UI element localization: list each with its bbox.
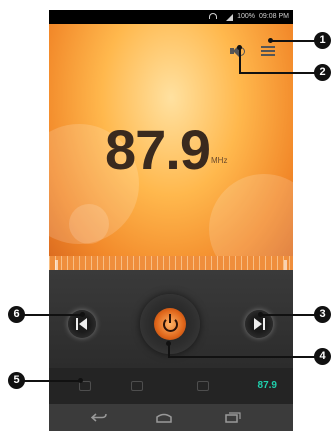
- glow-decoration: [69, 204, 109, 244]
- navigation-bar: [49, 404, 293, 431]
- callout-4: 4: [314, 348, 331, 365]
- preset-slot[interactable]: [197, 381, 209, 391]
- seek-next-bar: [263, 318, 265, 330]
- menu-icon-line: [261, 54, 275, 56]
- status-bar: 100% 09:08 PM: [49, 10, 293, 24]
- headphone-icon: [209, 13, 217, 19]
- callout-line: [24, 314, 82, 316]
- callout-line: [168, 356, 316, 358]
- callout-line: [239, 72, 317, 74]
- callout-line: [272, 40, 316, 42]
- callout-2: 2: [314, 64, 331, 81]
- status-time: 09:08 PM: [259, 13, 289, 20]
- callout-3: 3: [314, 306, 331, 323]
- menu-icon: [261, 46, 275, 48]
- callout-5: 5: [8, 372, 25, 389]
- home-icon[interactable]: [155, 412, 173, 423]
- callout-pointer: [78, 378, 83, 383]
- callout-line: [24, 380, 80, 382]
- preset-bar: 87.9: [49, 368, 293, 404]
- recent-apps-icon[interactable]: [225, 412, 241, 423]
- frequency-value: 87.9: [105, 118, 211, 181]
- callout-1: 1: [314, 32, 331, 49]
- power-stem: [169, 314, 171, 323]
- callout-pointer: [80, 312, 85, 317]
- callout-line: [239, 47, 241, 73]
- seek-next-icon: [254, 318, 262, 330]
- frequency-display: 87.9 MHz: [49, 24, 293, 284]
- seek-previous-icon: [76, 318, 78, 330]
- playback-controls: [49, 270, 293, 368]
- frequency-unit: MHz: [211, 156, 228, 165]
- menu-icon-line: [261, 50, 275, 52]
- preset-frequency[interactable]: 87.9: [258, 380, 277, 391]
- signal-icon: [226, 14, 233, 21]
- preset-slot[interactable]: [131, 381, 143, 391]
- power-icon: [154, 308, 186, 340]
- seek-previous-arrow: [79, 318, 87, 330]
- callout-line: [262, 314, 316, 316]
- menu-button[interactable]: [261, 46, 275, 57]
- callout-6: 6: [8, 306, 25, 323]
- back-icon[interactable]: [91, 412, 107, 423]
- battery-level: 100%: [237, 13, 255, 20]
